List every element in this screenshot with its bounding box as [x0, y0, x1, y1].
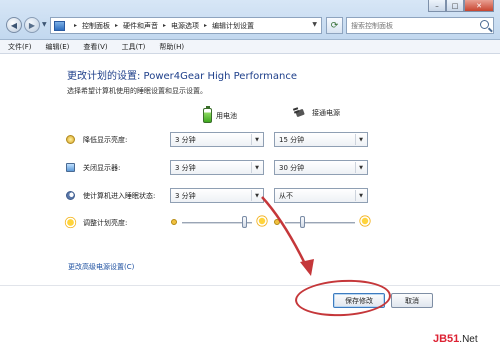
sleep-moon-icon — [66, 191, 75, 200]
battery-column-header: 用电池 — [203, 106, 237, 123]
address-dropdown-icon[interactable]: ▼ — [312, 21, 317, 28]
select-value: 从不 — [279, 191, 293, 200]
breadcrumb: ▸ 控制面板 ▸ 硬件和声音 ▸ 电源选项 ▸ 编辑计划设置 — [69, 21, 254, 31]
breadcrumb-separator: ▸ — [74, 22, 78, 29]
back-button[interactable]: ◀ — [6, 17, 22, 33]
page-title: 更改计划的设置: Power4Gear High Performance — [67, 71, 297, 82]
search-input[interactable] — [347, 18, 467, 33]
watermark: JB51.Net — [433, 333, 478, 345]
brightness-sun-icon — [67, 219, 74, 226]
setting-row-turn-off-display: 关闭显示器: 3 分钟 ▼ 30 分钟 ▼ — [66, 160, 396, 176]
select-value: 30 分钟 — [279, 163, 305, 172]
search-icon[interactable] — [480, 20, 489, 29]
menu-tools[interactable]: 工具(T) — [122, 42, 146, 52]
setting-label: 关闭显示器: — [83, 164, 121, 172]
plugged-column-header: 接通电源 — [293, 108, 340, 118]
breadcrumb-item[interactable]: 硬件和声音 — [123, 21, 158, 31]
brightness-plugged-slider[interactable] — [273, 215, 369, 230]
select-value: 3 分钟 — [175, 163, 196, 172]
menu-edit[interactable]: 编辑(E) — [46, 42, 70, 52]
dim-sun-icon — [171, 219, 177, 225]
dim-display-plugged-select[interactable]: 15 分钟 ▼ — [274, 132, 368, 147]
setting-label: 使计算机进入睡眠状态: — [83, 192, 156, 200]
setting-label: 调整计划亮度: — [83, 219, 128, 227]
power-plug-icon — [293, 108, 307, 118]
control-panel-icon — [54, 20, 65, 31]
menu-file[interactable]: 文件(F) — [8, 42, 32, 52]
battery-column-label: 用电池 — [216, 111, 237, 120]
chevron-down-icon: ▼ — [355, 162, 366, 173]
divider — [0, 285, 500, 286]
bright-sun-icon — [258, 217, 266, 225]
watermark-part1: JB51 — [433, 333, 460, 345]
search-box[interactable] — [346, 17, 494, 34]
plugged-column-label: 接通电源 — [312, 109, 340, 117]
close-button[interactable]: ✕ — [464, 0, 494, 12]
recent-pages-dropdown[interactable]: ▼ — [42, 21, 47, 28]
breadcrumb-item[interactable]: 编辑计划设置 — [212, 21, 254, 31]
breadcrumb-item[interactable]: 电源选项 — [171, 21, 199, 31]
breadcrumb-separator: ▸ — [115, 22, 119, 29]
chevron-down-icon: ▼ — [251, 134, 262, 145]
slider-track — [285, 222, 355, 224]
chevron-down-icon: ▼ — [251, 190, 262, 201]
chevron-down-icon: ▼ — [251, 162, 262, 173]
breadcrumb-item[interactable]: 控制面板 — [82, 21, 110, 31]
dim-display-battery-select[interactable]: 3 分钟 ▼ — [170, 132, 264, 147]
select-value: 15 分钟 — [279, 135, 305, 144]
sleep-plugged-select[interactable]: 从不 ▼ — [274, 188, 368, 203]
battery-icon — [203, 106, 212, 123]
breadcrumb-separator: ▸ — [204, 22, 208, 29]
brightness-battery-slider[interactable] — [170, 215, 266, 230]
maximize-button[interactable]: □ — [446, 0, 464, 12]
select-value: 3 分钟 — [175, 135, 196, 144]
monitor-icon — [66, 163, 75, 172]
main-content: 更改计划的设置: Power4Gear High Performance 选择希… — [0, 55, 500, 355]
breadcrumb-separator: ▸ — [163, 22, 167, 29]
menu-bar: 文件(F) 编辑(E) 查看(V) 工具(T) 帮助(H) — [0, 40, 500, 54]
watermark-part2: .Net — [459, 334, 478, 345]
setting-row-sleep: 使计算机进入睡眠状态: 3 分钟 ▼ 从不 ▼ — [66, 188, 396, 204]
slider-thumb[interactable] — [299, 216, 305, 228]
minimize-button[interactable]: – — [428, 0, 446, 12]
forward-button[interactable]: ▶ — [24, 17, 40, 33]
menu-view[interactable]: 查看(V) — [83, 42, 107, 52]
dim-display-icon — [66, 135, 75, 144]
menu-help[interactable]: 帮助(H) — [159, 42, 184, 52]
sleep-battery-select[interactable]: 3 分钟 ▼ — [170, 188, 264, 203]
setting-label: 降低显示亮度: — [83, 136, 128, 144]
advanced-power-settings-link[interactable]: 更改高级电源设置(C) — [68, 262, 134, 272]
window-controls: – □ ✕ — [428, 0, 494, 14]
refresh-button[interactable]: ⟳ — [326, 17, 343, 34]
chevron-down-icon: ▼ — [355, 190, 366, 201]
dim-sun-icon — [274, 219, 280, 225]
turn-off-display-plugged-select[interactable]: 30 分钟 ▼ — [274, 160, 368, 175]
setting-row-dim-display: 降低显示亮度: 3 分钟 ▼ 15 分钟 ▼ — [66, 132, 396, 148]
turn-off-display-battery-select[interactable]: 3 分钟 ▼ — [170, 160, 264, 175]
page-subtitle: 选择希望计算机使用的睡眠设置和显示设置。 — [67, 87, 207, 95]
slider-thumb[interactable] — [242, 216, 247, 228]
chevron-down-icon: ▼ — [355, 134, 366, 145]
address-bar[interactable]: ▸ 控制面板 ▸ 硬件和声音 ▸ 电源选项 ▸ 编辑计划设置 ▼ — [50, 17, 322, 34]
cancel-button[interactable]: 取消 — [391, 293, 433, 308]
setting-row-brightness: 调整计划亮度: — [66, 215, 396, 237]
select-value: 3 分钟 — [175, 191, 196, 200]
bright-sun-icon — [361, 217, 369, 225]
title-bar: – □ ✕ ◀ ▶ ▼ ▸ 控制面板 ▸ 硬件和声音 ▸ 电源选项 ▸ 编辑计划… — [0, 0, 500, 40]
